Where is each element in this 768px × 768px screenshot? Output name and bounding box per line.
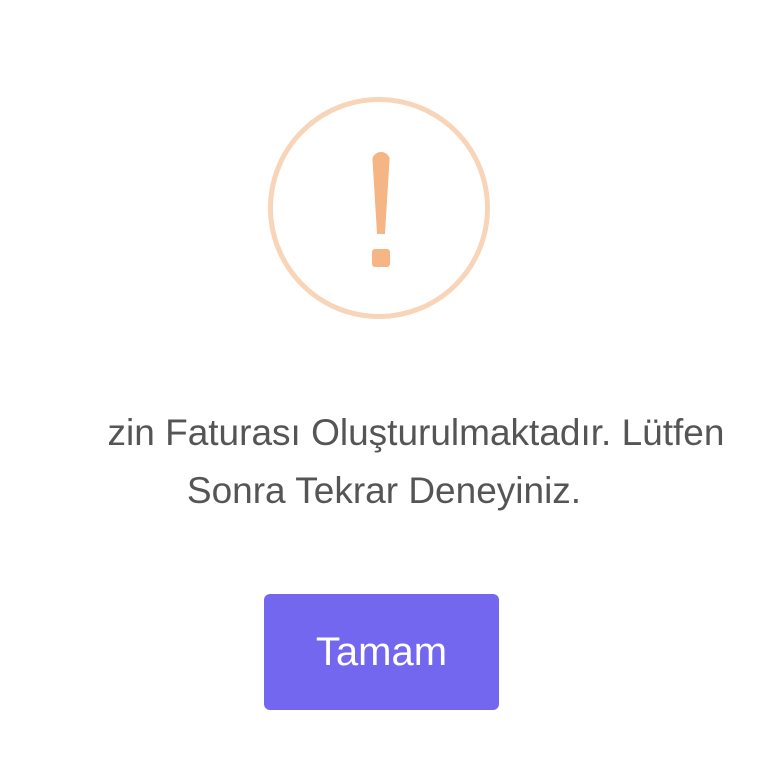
alert-message-line-1: zin Faturası Oluşturulmaktadır. Lütfen xyxy=(107,412,725,453)
confirm-button[interactable]: Tamam xyxy=(264,594,499,710)
alert-message-line-2: Sonra Tekrar Deneyiniz. xyxy=(186,470,582,511)
alert-message: zin Faturası Oluşturulmaktadır. Lütfen S… xyxy=(0,404,768,520)
alert-dialog: zin Faturası Oluşturulmaktadır. Lütfen S… xyxy=(0,0,768,768)
exclamation-dot-icon xyxy=(372,249,390,267)
